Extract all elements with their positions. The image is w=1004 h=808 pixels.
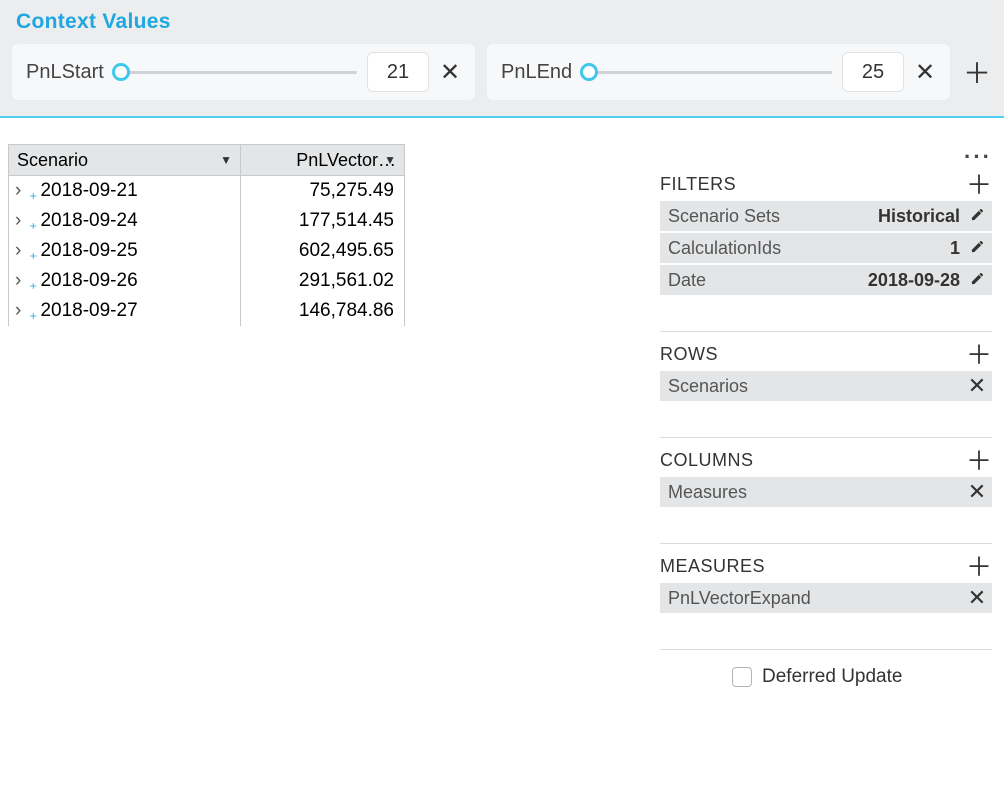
row-value: 177,514.45 bbox=[241, 206, 405, 236]
pnlstart-value-input[interactable] bbox=[367, 52, 429, 92]
row-label: 2018-09-25 bbox=[40, 240, 137, 261]
add-measure-icon[interactable]: ＋ bbox=[966, 558, 992, 576]
row-value: 75,275.49 bbox=[241, 175, 405, 206]
divider bbox=[660, 543, 992, 544]
filter-value: 1 bbox=[950, 238, 960, 259]
col-scenario[interactable]: Scenario ▼ bbox=[9, 145, 241, 176]
measures-title: MEASURES bbox=[660, 556, 966, 577]
chevron-right-icon[interactable]: › bbox=[15, 270, 27, 292]
filters-title: FILTERS bbox=[660, 174, 966, 195]
filter-value: Historical bbox=[878, 206, 960, 227]
rows-title: ROWS bbox=[660, 344, 966, 365]
divider bbox=[660, 331, 992, 332]
table-row[interactable]: ›₊2018-09-24 177,514.45 bbox=[9, 206, 405, 236]
expand-plus-icon[interactable]: ₊ bbox=[29, 276, 37, 293]
row-value: 291,561.02 bbox=[241, 266, 405, 296]
rows-section: ROWS ＋ Scenarios ✕ bbox=[660, 342, 992, 401]
pnlend-value-input[interactable] bbox=[842, 52, 904, 92]
row-value: 602,495.65 bbox=[241, 236, 405, 266]
chevron-right-icon[interactable]: › bbox=[15, 240, 27, 262]
context-item-pnlend: PnLEnd ✕ bbox=[487, 44, 950, 100]
expand-plus-icon[interactable]: ₊ bbox=[29, 186, 37, 203]
context-item-label: PnLEnd bbox=[501, 61, 572, 84]
context-values-bar: Context Values PnLStart ✕ PnLEnd ✕ ＋ bbox=[0, 0, 1004, 118]
divider bbox=[660, 649, 992, 650]
filter-chip[interactable]: CalculationIds 1 bbox=[660, 233, 992, 263]
table-row[interactable]: ›₊2018-09-25 602,495.65 bbox=[9, 236, 405, 266]
more-icon[interactable]: ··· bbox=[660, 144, 992, 172]
close-icon[interactable]: ✕ bbox=[435, 57, 465, 87]
chevron-down-icon[interactable]: ▼ bbox=[384, 153, 396, 167]
row-label: 2018-09-21 bbox=[40, 180, 137, 201]
row-label: 2018-09-27 bbox=[40, 300, 137, 321]
columns-title: COLUMNS bbox=[660, 450, 966, 471]
expand-plus-icon[interactable]: ₊ bbox=[29, 246, 37, 263]
chevron-right-icon[interactable]: › bbox=[15, 300, 27, 322]
col-pnlvector[interactable]: PnLVector… ▼ bbox=[241, 145, 405, 176]
divider bbox=[660, 437, 992, 438]
close-icon[interactable]: ✕ bbox=[966, 585, 988, 611]
pencil-icon[interactable] bbox=[966, 270, 988, 291]
expand-plus-icon[interactable]: ₊ bbox=[29, 306, 37, 323]
filter-value: 2018-09-28 bbox=[868, 270, 960, 291]
column-chip[interactable]: Measures ✕ bbox=[660, 477, 992, 507]
filter-chip[interactable]: Scenario Sets Historical bbox=[660, 201, 992, 231]
expand-plus-icon[interactable]: ₊ bbox=[29, 216, 37, 233]
chevron-right-icon[interactable]: › bbox=[15, 210, 27, 232]
table-row[interactable]: ›₊2018-09-21 75,275.49 bbox=[9, 175, 405, 206]
row-chip[interactable]: Scenarios ✕ bbox=[660, 371, 992, 401]
add-context-icon[interactable]: ＋ bbox=[962, 52, 992, 92]
pencil-icon[interactable] bbox=[966, 206, 988, 227]
chevron-down-icon[interactable]: ▼ bbox=[220, 153, 232, 167]
add-column-icon[interactable]: ＋ bbox=[966, 452, 992, 470]
context-items: PnLStart ✕ PnLEnd ✕ ＋ bbox=[12, 44, 992, 100]
context-item-label: PnLStart bbox=[26, 61, 104, 84]
columns-section: COLUMNS ＋ Measures ✕ bbox=[660, 448, 992, 507]
row-label: 2018-09-24 bbox=[40, 210, 137, 231]
context-item-pnlstart: PnLStart ✕ bbox=[12, 44, 475, 100]
chevron-right-icon[interactable]: › bbox=[15, 180, 27, 202]
pencil-icon[interactable] bbox=[966, 238, 988, 259]
context-values-title: Context Values bbox=[12, 4, 992, 44]
deferred-update-row[interactable]: Deferred Update bbox=[726, 660, 992, 688]
filter-key: Scenario Sets bbox=[668, 206, 780, 227]
slider-thumb-icon[interactable] bbox=[580, 63, 598, 81]
filter-key: CalculationIds bbox=[668, 238, 781, 259]
add-row-icon[interactable]: ＋ bbox=[966, 346, 992, 364]
deferred-update-label: Deferred Update bbox=[762, 666, 902, 688]
row-value: 146,784.86 bbox=[241, 296, 405, 326]
close-icon[interactable]: ✕ bbox=[966, 373, 988, 399]
scenario-table: Scenario ▼ PnLVector… ▼ ›₊2018-09-2175,2… bbox=[8, 144, 405, 326]
chip-label: PnLVectorExpand bbox=[668, 588, 811, 609]
filters-section: FILTERS ＋ Scenario Sets Historical Calcula… bbox=[660, 172, 992, 295]
filter-key: Date bbox=[668, 270, 706, 291]
add-filter-icon[interactable]: ＋ bbox=[966, 176, 992, 194]
close-icon[interactable]: ✕ bbox=[966, 479, 988, 505]
table-row[interactable]: ›₊2018-09-26 291,561.02 bbox=[9, 266, 405, 296]
filter-chip[interactable]: Date 2018-09-28 bbox=[660, 265, 992, 295]
measure-chip[interactable]: PnLVectorExpand ✕ bbox=[660, 583, 992, 613]
checkbox-icon[interactable] bbox=[732, 667, 752, 687]
pnlstart-slider[interactable] bbox=[116, 62, 357, 82]
chip-label: Scenarios bbox=[668, 376, 748, 397]
row-label: 2018-09-26 bbox=[40, 270, 137, 291]
measures-section: MEASURES ＋ PnLVectorExpand ✕ bbox=[660, 554, 992, 613]
slider-thumb-icon[interactable] bbox=[112, 63, 130, 81]
pnlend-slider[interactable] bbox=[584, 62, 832, 82]
chip-label: Measures bbox=[668, 482, 747, 503]
table-row[interactable]: ›₊2018-09-27 146,784.86 bbox=[9, 296, 405, 326]
close-icon[interactable]: ✕ bbox=[910, 57, 940, 87]
